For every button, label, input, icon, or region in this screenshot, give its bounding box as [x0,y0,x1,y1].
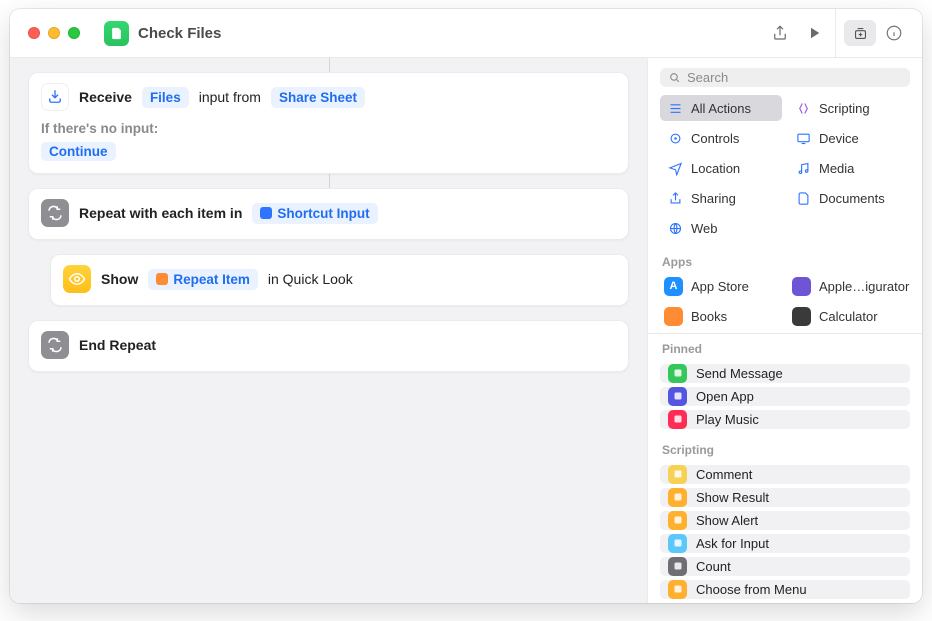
scripting-section-label: Scripting [648,435,922,461]
pinned-action-play-music[interactable]: Play Music [660,410,910,429]
scripting-action-show-alert[interactable]: Show Alert [660,511,910,530]
category-location[interactable]: Location [660,155,782,181]
search-field[interactable]: Search [660,68,910,87]
app-books[interactable]: Books [660,303,782,329]
receive-word: Receive [79,89,132,105]
category-documents[interactable]: Documents [788,185,910,211]
category-web[interactable]: Web [660,215,782,241]
noinput-action-token[interactable]: Continue [41,142,116,161]
scripting-action-show-result[interactable]: Show Result [660,488,910,507]
category-scripting[interactable]: Scripting [788,95,910,121]
zoom-window-button[interactable] [68,27,80,39]
show-word: Show [101,271,138,287]
pinned-action-send-message[interactable]: Send Message [660,364,910,383]
apps-section-label: Apps [648,247,922,273]
search-icon [668,71,681,84]
repeat-action-card[interactable]: Repeat with each item in Shortcut Input [28,188,629,240]
scripting-action-comment[interactable]: Comment [660,465,910,484]
workflow-editor[interactable]: Receive Files input from Share Sheet If … [10,58,647,603]
minimize-window-button[interactable] [48,27,60,39]
library-toggle-button[interactable] [844,20,876,46]
end-repeat-icon [41,331,69,359]
action-library-sidebar: Search All ActionsScriptingControlsDevic… [647,58,922,603]
receive-icon [41,83,69,111]
info-button[interactable] [878,20,910,46]
receive-type-token[interactable]: Files [142,87,189,108]
titlebar: Check Files [10,9,922,58]
repeat-item-token[interactable]: Repeat Item [148,269,258,290]
category-sharing[interactable]: Sharing [660,185,782,211]
repeat-icon [41,199,69,227]
repeat-label: Repeat with each item in [79,205,242,221]
category-media[interactable]: Media [788,155,910,181]
share-button[interactable] [763,18,797,48]
scripting-action-ask-for-input[interactable]: Ask for Input [660,534,910,553]
app-app-store[interactable]: AApp Store [660,273,782,299]
window-title: Check Files [138,25,221,42]
receive-action-card[interactable]: Receive Files input from Share Sheet If … [28,72,629,174]
category-all-actions[interactable]: All Actions [660,95,782,121]
end-repeat-label: End Repeat [79,337,156,353]
run-button[interactable] [797,18,831,48]
close-window-button[interactable] [28,27,40,39]
shortcut-app-icon [104,21,129,46]
receive-from-text: input from [199,89,261,105]
app-calculator[interactable]: Calculator [788,303,910,329]
app-apple-igurator[interactable]: Apple…igurator [788,273,910,299]
quicklook-action-card[interactable]: Show Repeat Item in Quick Look [50,254,629,306]
pinned-section-label: Pinned [648,334,922,360]
quicklook-icon [63,265,91,293]
receive-source-token[interactable]: Share Sheet [271,87,365,108]
scripting-action-choose-from-menu[interactable]: Choose from Menu [660,580,910,599]
pinned-action-open-app[interactable]: Open App [660,387,910,406]
noinput-label: If there's no input: [41,121,616,136]
show-tail: in Quick Look [268,271,353,287]
search-placeholder: Search [687,70,728,85]
category-device[interactable]: Device [788,125,910,151]
end-repeat-card[interactable]: End Repeat [28,320,629,372]
category-controls[interactable]: Controls [660,125,782,151]
repeat-variable-token[interactable]: Shortcut Input [252,203,377,224]
scripting-action-count[interactable]: Count [660,557,910,576]
